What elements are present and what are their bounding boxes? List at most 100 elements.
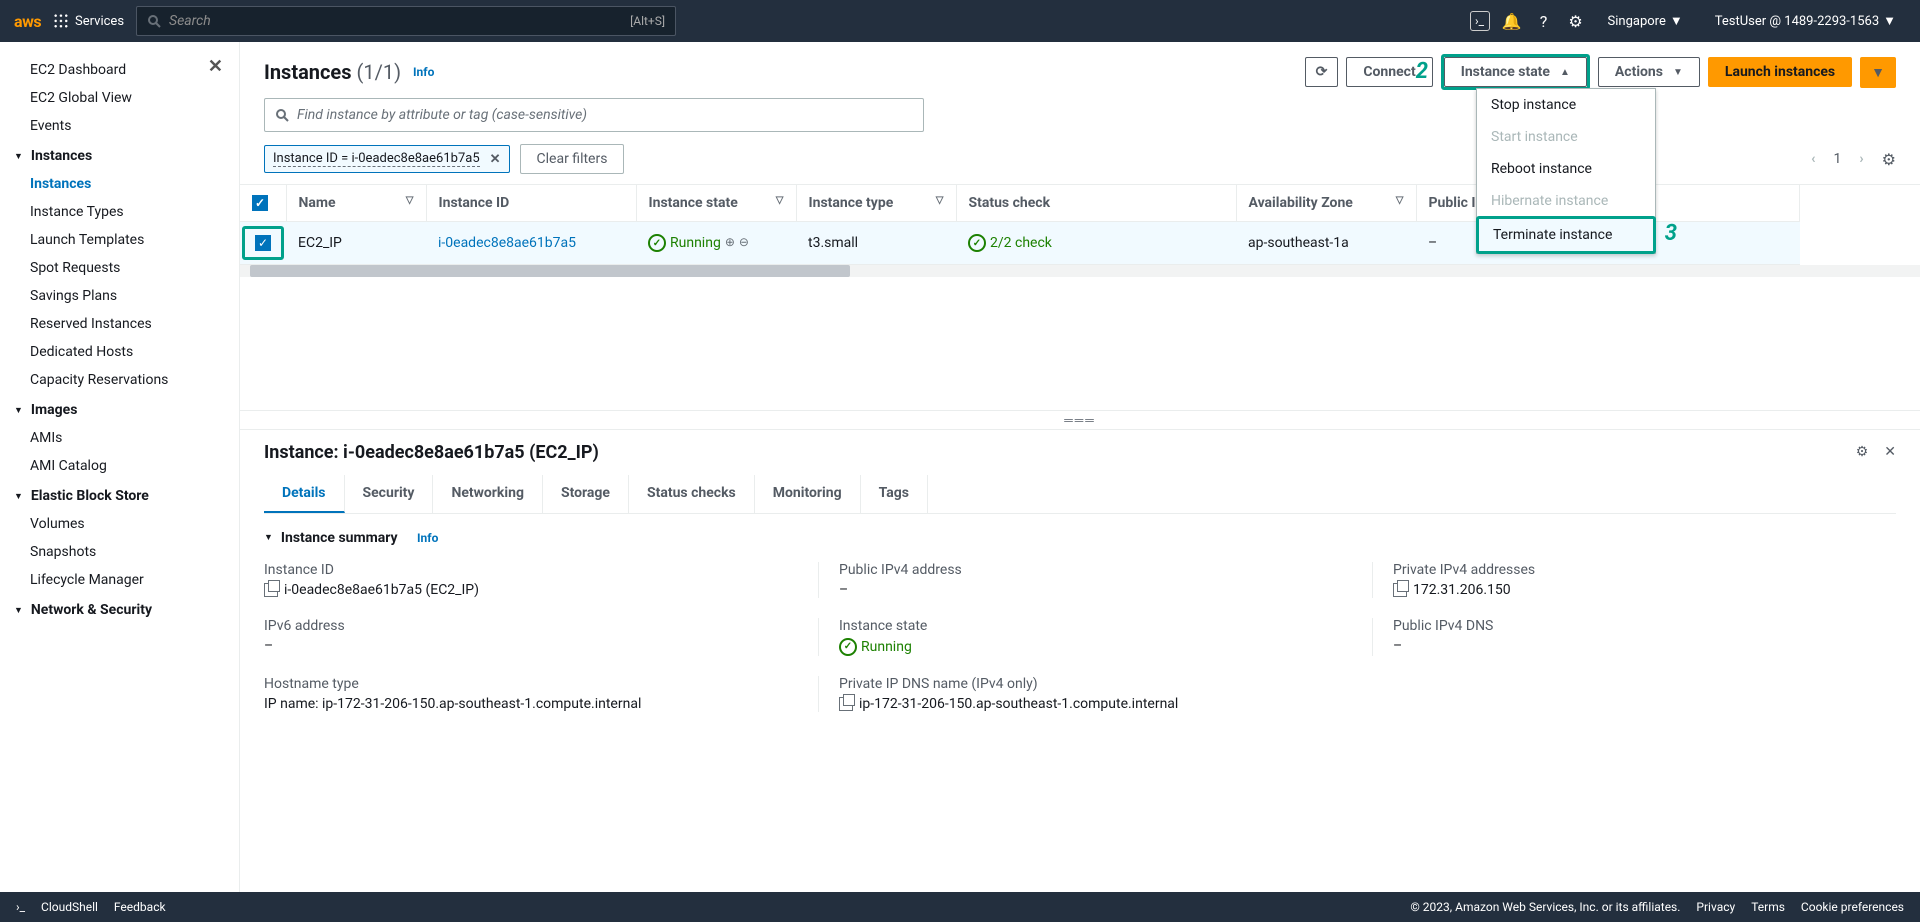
services-label: Services bbox=[75, 14, 124, 29]
value-ipv6: – bbox=[264, 638, 788, 654]
dropdown-terminate-instance[interactable]: Terminate instance bbox=[1479, 219, 1653, 251]
search-placeholder: Search bbox=[169, 13, 622, 29]
footer-privacy[interactable]: Privacy bbox=[1696, 900, 1735, 914]
sidebar-item-instances[interactable]: Instances bbox=[0, 170, 239, 198]
row-checkbox[interactable]: ✓ bbox=[255, 235, 271, 251]
notifications-icon[interactable]: 🔔 bbox=[1502, 11, 1522, 31]
dropdown-reboot-instance[interactable]: Reboot instance bbox=[1477, 153, 1655, 185]
tab-status-checks[interactable]: Status checks bbox=[629, 475, 755, 513]
info-link[interactable]: Info bbox=[413, 65, 434, 79]
label-private-ipv4: Private IPv4 addresses bbox=[1393, 562, 1896, 578]
sidebar-section-ebs[interactable]: Elastic Block Store bbox=[0, 480, 239, 510]
sidebar-item-capacity-reservations[interactable]: Capacity Reservations bbox=[0, 366, 239, 394]
instance-summary-header[interactable]: Instance summary Info bbox=[264, 514, 1896, 554]
footer-feedback[interactable]: Feedback bbox=[114, 900, 166, 914]
running-icon: Running bbox=[648, 234, 721, 252]
copy-icon[interactable] bbox=[264, 583, 278, 597]
footer: ›_ CloudShell Feedback © 2023, Amazon We… bbox=[0, 892, 1920, 922]
dropdown-stop-instance[interactable]: Stop instance bbox=[1477, 89, 1655, 121]
dropdown-start-instance: Start instance bbox=[1477, 121, 1655, 153]
sidebar-item-spot-requests[interactable]: Spot Requests bbox=[0, 254, 239, 282]
filter-placeholder: Find instance by attribute or tag (case-… bbox=[297, 107, 587, 123]
col-filter-name-icon[interactable]: ▽ bbox=[406, 195, 414, 206]
callout-3: 3 bbox=[1665, 221, 1677, 246]
footer-cloudshell[interactable]: CloudShell bbox=[41, 900, 98, 914]
tab-monitoring[interactable]: Monitoring bbox=[755, 475, 861, 513]
aws-logo[interactable]: aws bbox=[14, 12, 41, 31]
account-menu[interactable]: TestUser @ 1489-2293-1563 ▼ bbox=[1705, 13, 1906, 29]
sidebar-item-volumes[interactable]: Volumes bbox=[0, 510, 239, 538]
clear-filters-button[interactable]: Clear filters bbox=[520, 144, 625, 174]
cloudshell-icon[interactable]: ›_ bbox=[1470, 11, 1490, 31]
settings-icon[interactable]: ⚙ bbox=[1566, 11, 1586, 31]
help-icon[interactable]: ? bbox=[1534, 11, 1554, 31]
details-settings-icon[interactable]: ⚙ bbox=[1856, 444, 1869, 460]
dropdown-hibernate-instance: Hibernate instance bbox=[1477, 185, 1655, 217]
select-all-checkbox[interactable]: ✓ bbox=[252, 195, 268, 211]
sidebar-item-instance-types[interactable]: Instance Types bbox=[0, 198, 239, 226]
page-next-icon[interactable]: › bbox=[1853, 151, 1869, 167]
filter-chip: Instance ID = i-0eadec8e8ae61b7a5 ✕ bbox=[264, 145, 510, 173]
launch-instances-dropdown[interactable]: ▼ bbox=[1860, 57, 1896, 88]
details-close-icon[interactable]: ✕ bbox=[1884, 444, 1896, 460]
top-nav: aws Services Search [Alt+S] ›_ 🔔 ? ⚙ Sin… bbox=[0, 0, 1920, 42]
zoom-out-icon[interactable]: ⊖ bbox=[739, 235, 749, 249]
actions-button[interactable]: Actions bbox=[1598, 57, 1700, 87]
footer-cloudshell-icon[interactable]: ›_ bbox=[16, 900, 25, 914]
tab-networking[interactable]: Networking bbox=[433, 475, 543, 513]
launch-instances-button[interactable]: Launch instances bbox=[1708, 57, 1852, 87]
sidebar-section-network[interactable]: Network & Security bbox=[0, 594, 239, 624]
col-filter-state-icon[interactable]: ▽ bbox=[776, 195, 784, 206]
cell-instance-id[interactable]: i-0eadec8e8ae61b7a5 bbox=[426, 222, 636, 265]
zoom-in-icon[interactable]: ⊕ bbox=[725, 235, 735, 249]
services-menu[interactable]: Services bbox=[53, 13, 124, 29]
footer-terms[interactable]: Terms bbox=[1751, 900, 1785, 914]
filter-chip-remove-icon[interactable]: ✕ bbox=[490, 152, 501, 167]
sidebar-item-reserved-instances[interactable]: Reserved Instances bbox=[0, 310, 239, 338]
content-area: Instances (1/1) Info ⟳ Connect Instance … bbox=[240, 42, 1920, 892]
cell-type: t3.small bbox=[796, 222, 956, 265]
sidebar-item-dashboard[interactable]: EC2 Dashboard bbox=[0, 56, 239, 84]
sidebar-item-snapshots[interactable]: Snapshots bbox=[0, 538, 239, 566]
col-filter-type-icon[interactable]: ▽ bbox=[936, 195, 944, 206]
sidebar-item-events[interactable]: Events bbox=[0, 112, 239, 140]
tab-security[interactable]: Security bbox=[345, 475, 434, 513]
value-hostname-type: IP name: ip-172-31-206-150.ap-southeast-… bbox=[264, 696, 788, 712]
instance-state-button[interactable]: Instance state bbox=[1444, 57, 1587, 87]
page-prev-icon[interactable]: ‹ bbox=[1805, 151, 1821, 167]
label-instance-id: Instance ID bbox=[264, 562, 788, 578]
sidebar-item-amis[interactable]: AMIs bbox=[0, 424, 239, 452]
sidebar-close-icon[interactable]: ✕ bbox=[208, 56, 223, 77]
page-number: 1 bbox=[1834, 151, 1842, 167]
value-public-ipv4: – bbox=[839, 582, 1342, 598]
refresh-button[interactable]: ⟳ bbox=[1305, 57, 1339, 87]
table-settings-icon[interactable]: ⚙ bbox=[1882, 150, 1896, 169]
footer-cookies[interactable]: Cookie preferences bbox=[1801, 900, 1904, 914]
horizontal-scrollbar[interactable] bbox=[240, 265, 1920, 277]
callout-2: 2 bbox=[1416, 59, 1428, 84]
summary-info-link[interactable]: Info bbox=[417, 531, 438, 545]
sidebar-item-ami-catalog[interactable]: AMI Catalog bbox=[0, 452, 239, 480]
sidebar-item-launch-templates[interactable]: Launch Templates bbox=[0, 226, 239, 254]
sidebar-item-savings-plans[interactable]: Savings Plans bbox=[0, 282, 239, 310]
sidebar: ✕ EC2 Dashboard EC2 Global View Events I… bbox=[0, 42, 240, 892]
global-search[interactable]: Search [Alt+S] bbox=[136, 6, 676, 36]
filter-chip-text[interactable]: Instance ID = i-0eadec8e8ae61b7a5 bbox=[273, 151, 480, 167]
copy-icon[interactable] bbox=[1393, 583, 1407, 597]
sidebar-section-images[interactable]: Images bbox=[0, 394, 239, 424]
col-filter-az-icon[interactable]: ▽ bbox=[1396, 195, 1404, 206]
panel-drag-handle[interactable]: ═══ bbox=[240, 410, 1920, 429]
label-public-dns: Public IPv4 DNS bbox=[1393, 618, 1896, 634]
copy-icon[interactable] bbox=[839, 697, 853, 711]
tab-storage[interactable]: Storage bbox=[543, 475, 629, 513]
region-selector[interactable]: Singapore ▼ bbox=[1598, 13, 1693, 29]
tab-details[interactable]: Details bbox=[264, 475, 345, 513]
sidebar-item-global-view[interactable]: EC2 Global View bbox=[0, 84, 239, 112]
sidebar-section-instances[interactable]: Instances bbox=[0, 140, 239, 170]
tab-tags[interactable]: Tags bbox=[861, 475, 928, 513]
sidebar-item-dedicated-hosts[interactable]: Dedicated Hosts bbox=[0, 338, 239, 366]
value-public-dns: – bbox=[1393, 638, 1896, 654]
sidebar-item-lifecycle-manager[interactable]: Lifecycle Manager bbox=[0, 566, 239, 594]
instance-filter-input[interactable]: Find instance by attribute or tag (case-… bbox=[264, 98, 924, 132]
label-public-ipv4: Public IPv4 address bbox=[839, 562, 1342, 578]
